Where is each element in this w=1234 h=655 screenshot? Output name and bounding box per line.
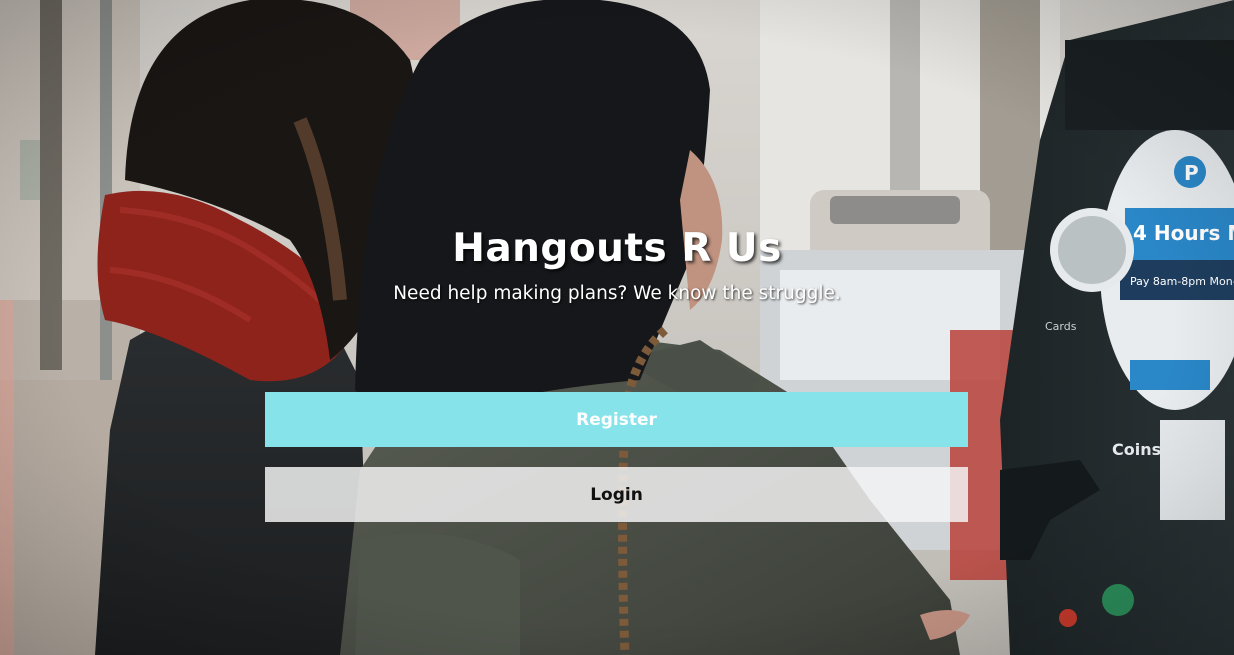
landing-page: P 4 Hours Max Pay 8am-8pm Mon-Sat Coins … xyxy=(0,0,1234,655)
register-button[interactable]: Register xyxy=(265,392,968,447)
page-subtitle: Need help making plans? We know the stru… xyxy=(393,283,841,304)
page-title: Hangouts R Us xyxy=(452,226,782,271)
login-button[interactable]: Login xyxy=(265,467,968,522)
background-photo: P 4 Hours Max Pay 8am-8pm Mon-Sat Coins … xyxy=(0,0,1234,655)
